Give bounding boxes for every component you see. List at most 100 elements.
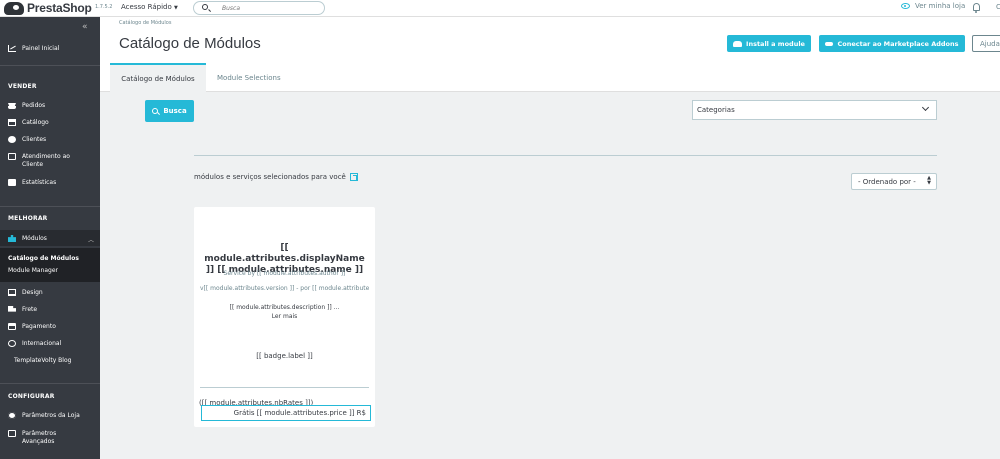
puffin-logo-icon [4, 1, 24, 15]
notifications-bell-icon[interactable] [973, 3, 980, 13]
gear-icon [8, 412, 16, 419]
sort-select[interactable]: - Ordenado por - ▲ ▼ [851, 173, 937, 190]
page-title: Catálogo de Módulos [119, 35, 261, 52]
categories-select-value: Categorias [697, 106, 735, 114]
stats-icon [8, 179, 16, 186]
help-button[interactable]: Ajuda [972, 35, 1000, 52]
search-button[interactable]: Busca [145, 100, 194, 122]
sidebar-section-configure: CONFIGURAR [8, 393, 55, 400]
modules-submenu: Catálogo de Módulos Module Manager [0, 248, 100, 282]
sidebar-item-label: Design [22, 289, 43, 296]
cart-icon [8, 102, 16, 109]
view-store-label: Ver minha loja [915, 2, 966, 10]
connect-addons-label: Conectar ao Marketplace Addons [837, 39, 959, 48]
tab-module-catalog[interactable]: Catálogo de Módulos [110, 63, 206, 92]
module-price-button[interactable]: Grátis [[ module.attributes.price ]] R$ [201, 405, 371, 421]
sidebar-item-shop-parameters[interactable]: Parâmetros da Loja [8, 412, 80, 420]
catalog-icon [8, 119, 16, 126]
module-description-text: [[ module.attributes.description ]] ... [229, 304, 340, 311]
search-button-label: Busca [163, 107, 187, 115]
module-badge: [[ badge.label ]] [256, 352, 313, 360]
sidebar-item-shipping[interactable]: Frete [8, 306, 37, 314]
quick-access-label: Acesso Rápido [121, 3, 172, 11]
external-link-icon[interactable] [349, 173, 358, 181]
sidebar-item-label: Clientes [22, 136, 47, 143]
section-divider [194, 155, 937, 156]
sidebar-item-dashboard[interactable]: Painel Inicial [8, 45, 59, 53]
sidebar-item-templatevolty-blog[interactable]: TemplateVolty Blog [14, 357, 71, 365]
sidebar-divider [0, 383, 100, 384]
puzzle-icon [8, 235, 16, 242]
module-card[interactable]: [[ module.attributes.displayName ]] [[ m… [194, 207, 375, 427]
screen-icon [8, 289, 16, 296]
module-description: [[ module.attributes.description ]] ... … [200, 303, 369, 321]
card-divider [200, 387, 369, 388]
sidebar-item-advanced-parameters[interactable]: Parâmetros Avançados [8, 430, 68, 446]
search-box[interactable] [193, 1, 325, 15]
sidebar-item-label: Pagamento [22, 323, 56, 330]
breadcrumb[interactable]: Catálogo de Módulos [119, 20, 171, 26]
search-icon[interactable] [202, 4, 208, 10]
cloud-upload-icon [733, 40, 743, 47]
sidebar-item-catalog[interactable]: Catálogo [8, 119, 49, 127]
chevron-down-icon [921, 103, 930, 112]
customers-icon [8, 136, 16, 143]
quick-access-menu[interactable]: Acesso Rápido ▼ [121, 3, 178, 11]
sidebar-section-sell: VENDER [8, 83, 37, 90]
sidebar-item-label: Módulos [22, 235, 47, 242]
sidebar-item-label: Parâmetros Avançados [22, 430, 57, 445]
connect-addons-button[interactable]: Conectar ao Marketplace Addons [819, 35, 965, 52]
chevron-up-icon[interactable]: ︿ [88, 235, 94, 244]
profile-menu[interactable]: C [996, 3, 1000, 11]
install-module-button[interactable]: Install a module [727, 35, 811, 52]
sidebar-item-label: Catálogo [22, 119, 49, 126]
categories-select[interactable]: Categorias [692, 100, 937, 120]
sidebar-item-label: Pedidos [22, 102, 46, 109]
selected-for-you-heading: módulos e serviços selecionados para voc… [194, 173, 358, 181]
truck-icon [8, 306, 16, 312]
collapse-sidebar-icon[interactable]: « [82, 22, 88, 32]
read-more-link[interactable]: Ler mais [200, 312, 369, 321]
sidebar-item-label: Parâmetros da Loja [22, 412, 80, 419]
sidebar-item-orders[interactable]: Pedidos [8, 102, 45, 110]
sidebar-item-customer-service[interactable]: Atendimento ao Cliente [8, 153, 78, 169]
brand-name: PrestaShop [27, 1, 92, 15]
settings-icon [8, 430, 16, 437]
chat-icon [8, 153, 16, 160]
submenu-item-module-manager[interactable]: Module Manager [8, 267, 58, 274]
version-label: 1.7.5.2 [95, 4, 113, 10]
sidebar-item-label: Atendimento ao Cliente [22, 153, 70, 168]
key-icon [825, 41, 834, 46]
search-input[interactable] [222, 4, 317, 12]
sidebar-item-label: TemplateVolty Blog [14, 357, 72, 364]
sidebar-item-label: Internacional [22, 340, 62, 347]
sidebar-item-stats[interactable]: Estatísticas [8, 179, 56, 187]
globe-icon [8, 340, 16, 347]
sidebar-item-label: Frete [22, 306, 38, 313]
module-author: Service by [[ module.attributes.author ]… [223, 270, 346, 277]
sort-select-value: - Ordenado por - [858, 177, 916, 186]
sidebar-item-modules[interactable]: Módulos [8, 235, 47, 243]
page-header: Catálogo de Módulos Catálogo de Módulos … [100, 17, 1000, 92]
sidebar-item-international[interactable]: Internacional [8, 340, 61, 348]
search-icon [152, 108, 159, 114]
install-module-label: Install a module [746, 39, 805, 48]
selected-for-you-label: módulos e serviços selecionados para voc… [194, 173, 346, 181]
sidebar-section-improve: MELHORAR [8, 215, 48, 222]
sidebar-divider [0, 206, 100, 207]
module-version: v[[ module.attributes.version ]] - por [… [200, 285, 369, 292]
sidebar-item-payment[interactable]: Pagamento [8, 323, 56, 331]
sidebar-divider [0, 65, 100, 66]
tab-module-selections[interactable]: Module Selections [206, 63, 292, 92]
view-store-link[interactable]: Ver minha loja [901, 2, 965, 10]
prestashop-logo[interactable]: PrestaShop [4, 1, 92, 15]
eye-icon [901, 3, 910, 9]
tab-bar: Catálogo de Módulos Module Selections [100, 63, 292, 92]
sidebar-item-customers[interactable]: Clientes [8, 136, 46, 144]
caret-down-icon: ▼ [173, 5, 178, 11]
card-icon [8, 323, 16, 330]
trending-chart-icon [8, 45, 16, 52]
sort-arrows-icon: ▲ ▼ [927, 175, 931, 186]
sidebar-item-design[interactable]: Design [8, 289, 43, 297]
submenu-item-module-catalog[interactable]: Catálogo de Módulos [8, 255, 79, 262]
